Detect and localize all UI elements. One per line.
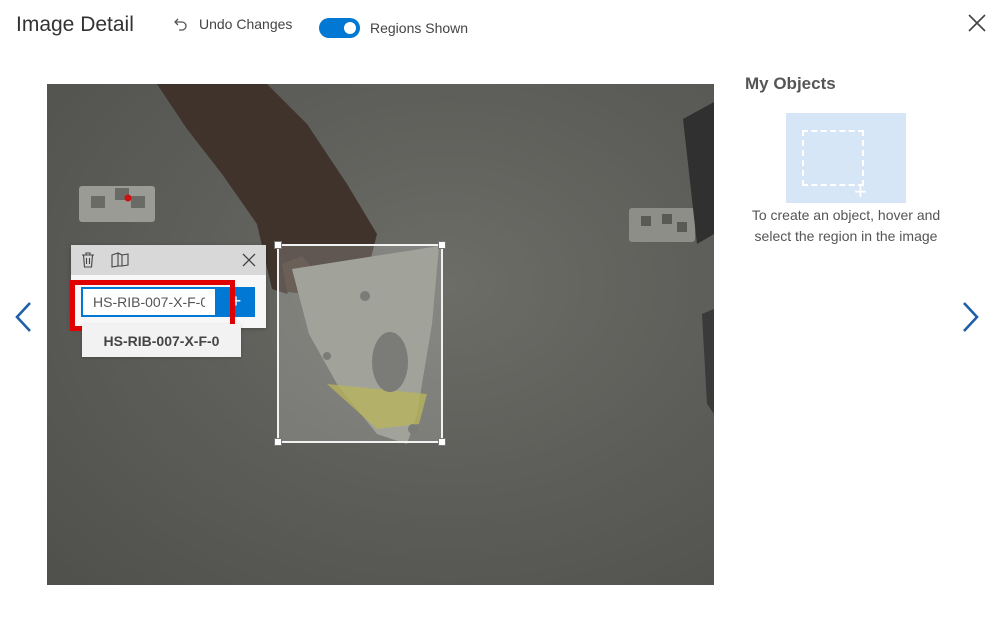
resize-handle-tr[interactable] — [438, 241, 446, 249]
undo-changes-label: Undo Changes — [199, 16, 293, 32]
toggle-knob — [344, 22, 356, 34]
region-box[interactable] — [274, 241, 446, 446]
plus-icon: + — [854, 179, 867, 204]
tag-input-wrapper — [81, 287, 217, 317]
tag-suggestion[interactable]: HS-RIB-007-X-F-0 — [82, 324, 241, 357]
resize-handle-br[interactable] — [438, 438, 446, 446]
close-icon[interactable] — [241, 252, 257, 268]
chevron-left-icon[interactable] — [12, 300, 36, 334]
close-icon[interactable] — [966, 12, 988, 34]
add-tag-button[interactable]: + — [217, 287, 255, 317]
create-object-hint: To create an object, hover and select th… — [751, 207, 941, 244]
trash-icon[interactable] — [80, 251, 96, 269]
tag-editor-toolbar — [71, 245, 266, 275]
page-title: Image Detail — [16, 13, 134, 36]
resize-handle-bl[interactable] — [274, 438, 282, 446]
tag-editor-popup: + — [71, 245, 266, 328]
copy-icon[interactable] — [111, 252, 129, 268]
resize-handle-tl[interactable] — [274, 241, 282, 249]
object-placeholder: + — [786, 113, 906, 204]
tag-input[interactable] — [81, 287, 217, 317]
undo-icon — [174, 18, 187, 31]
regions-shown-label: Regions Shown — [370, 20, 469, 36]
dashed-region-icon — [802, 130, 864, 186]
regions-shown-toggle[interactable] — [319, 18, 360, 38]
undo-changes-button[interactable]: Undo Changes — [173, 16, 292, 32]
chevron-right-icon[interactable] — [958, 300, 982, 334]
my-objects-title: My Objects — [745, 74, 836, 93]
